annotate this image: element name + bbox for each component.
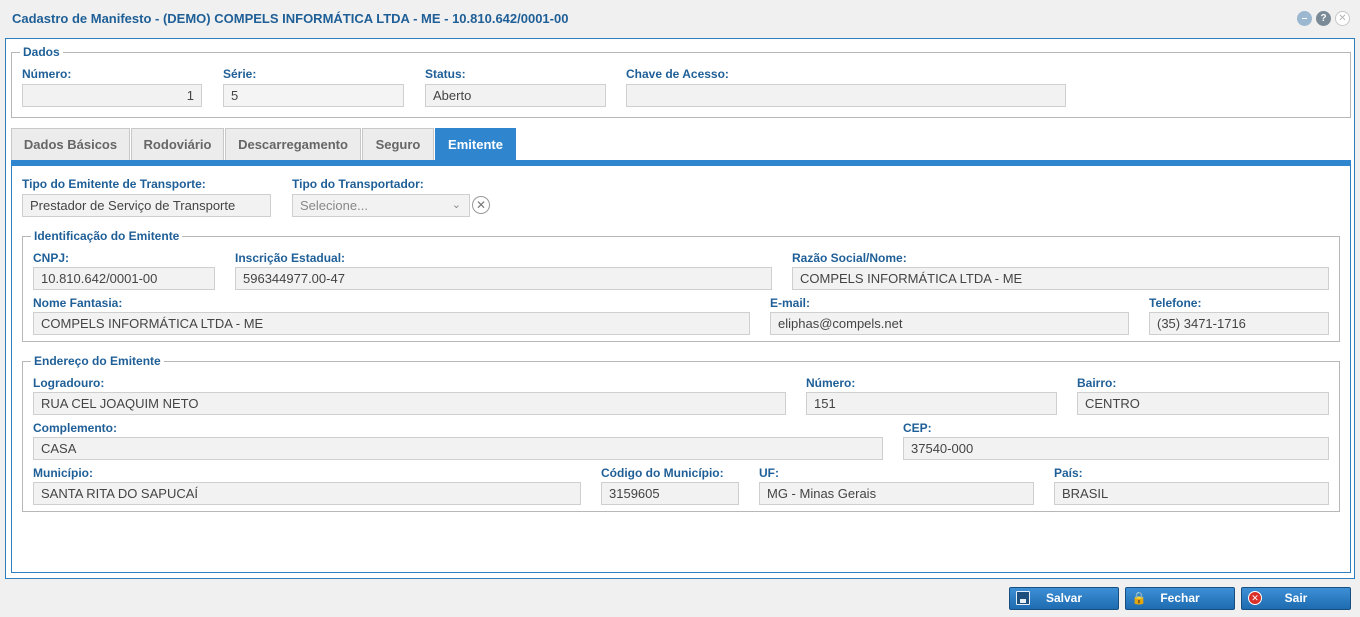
cnpj-label: CNPJ: xyxy=(33,251,70,265)
nome-fantasia-label: Nome Fantasia: xyxy=(33,296,123,310)
chevron-down-icon[interactable]: ⌄ xyxy=(452,195,461,216)
tab-seguro[interactable]: Seguro xyxy=(362,128,434,160)
telefone-label: Telefone: xyxy=(1149,296,1202,310)
serie-field[interactable]: 5 xyxy=(223,84,404,107)
razao-social-label: Razão Social/Nome: xyxy=(792,251,907,265)
logradouro-label: Logradouro: xyxy=(33,376,105,390)
email-label: E-mail: xyxy=(770,296,811,310)
lock-icon: 🔒 xyxy=(1131,590,1147,605)
pais-label: País: xyxy=(1054,466,1083,480)
tab-rodoviario[interactable]: Rodoviário xyxy=(131,128,224,160)
tipo-emitente-label: Tipo do Emitente de Transporte: xyxy=(22,177,206,191)
numero-field[interactable]: 1 xyxy=(22,84,202,107)
floppy-disk-icon xyxy=(1016,591,1030,605)
endereco-legend: Endereço do Emitente xyxy=(34,354,161,368)
status-field[interactable]: Aberto xyxy=(425,84,606,107)
tipo-transportador-label: Tipo do Transportador: xyxy=(292,177,424,191)
uf-label: UF: xyxy=(759,466,779,480)
municipio-field[interactable]: SANTA RITA DO SAPUCAÍ xyxy=(33,482,581,505)
municipio-label: Município: xyxy=(33,466,93,480)
logradouro-field[interactable]: RUA CEL JOAQUIM NETO xyxy=(33,392,786,415)
complemento-field[interactable]: CASA xyxy=(33,437,883,460)
minimize-icon[interactable]: – xyxy=(1297,11,1312,26)
inscricao-estadual-label: Inscrição Estadual: xyxy=(235,251,346,265)
tab-emitente[interactable]: Emitente xyxy=(435,128,516,161)
serie-label: Série: xyxy=(223,67,257,81)
window-titlebar: Cadastro de Manifesto - (DEMO) COMPELS I… xyxy=(0,0,1360,38)
help-icon[interactable]: ? xyxy=(1316,11,1331,26)
salvar-label: Salvar xyxy=(1045,591,1083,605)
sair-button[interactable]: ✕ Sair xyxy=(1241,587,1351,610)
email-field[interactable]: eliphas@compels.net xyxy=(770,312,1129,335)
telefone-field[interactable]: (35) 3471-1716 xyxy=(1149,312,1329,335)
dados-legend: Dados xyxy=(23,45,60,59)
clear-icon[interactable]: ✕ xyxy=(472,196,490,214)
dados-fieldset: Dados xyxy=(11,45,1351,118)
complemento-label: Complemento: xyxy=(33,421,117,435)
identificacao-legend: Identificação do Emitente xyxy=(34,229,180,243)
window-controls: – ? ✕ xyxy=(1297,11,1350,26)
cep-field[interactable]: 37540-000 xyxy=(903,437,1329,460)
sair-label: Sair xyxy=(1284,591,1308,605)
bairro-field[interactable]: CENTRO xyxy=(1077,392,1329,415)
tab-descarregamento[interactable]: Descarregamento xyxy=(225,128,361,160)
endereco-numero-label: Número: xyxy=(806,376,856,390)
numero-label: Número: xyxy=(22,67,72,81)
uf-field[interactable]: MG - Minas Gerais xyxy=(759,482,1034,505)
endereco-numero-field[interactable]: 151 xyxy=(806,392,1057,415)
tipo-transportador-placeholder: Selecione... xyxy=(300,198,368,213)
tipo-transportador-select[interactable]: Selecione... ⌄ xyxy=(292,194,470,217)
tipo-emitente-field[interactable]: Prestador de Serviço de Transporte xyxy=(22,194,271,217)
fechar-label: Fechar xyxy=(1160,591,1200,605)
chave-acesso-label: Chave de Acesso: xyxy=(626,67,729,81)
nome-fantasia-field[interactable]: COMPELS INFORMÁTICA LTDA - ME xyxy=(33,312,750,335)
cnpj-field[interactable]: 10.810.642/0001-00 xyxy=(33,267,215,290)
bairro-label: Bairro: xyxy=(1077,376,1117,390)
window-title: Cadastro de Manifesto - (DEMO) COMPELS I… xyxy=(12,11,569,26)
chave-acesso-field[interactable] xyxy=(626,84,1066,107)
cep-label: CEP: xyxy=(903,421,932,435)
tab-dados-basicos[interactable]: Dados Básicos xyxy=(11,128,130,160)
razao-social-field[interactable]: COMPELS INFORMÁTICA LTDA - ME xyxy=(792,267,1329,290)
exit-icon: ✕ xyxy=(1248,591,1262,605)
inscricao-estadual-field[interactable]: 596344977.00-47 xyxy=(235,267,772,290)
pais-field[interactable]: BRASIL xyxy=(1054,482,1329,505)
close-icon[interactable]: ✕ xyxy=(1335,11,1350,26)
salvar-button[interactable]: Salvar xyxy=(1009,587,1119,610)
status-label: Status: xyxy=(425,67,466,81)
fechar-button[interactable]: 🔒 Fechar xyxy=(1125,587,1235,610)
codigo-municipio-label: Código do Município: xyxy=(601,466,724,480)
codigo-municipio-field[interactable]: 3159605 xyxy=(601,482,739,505)
